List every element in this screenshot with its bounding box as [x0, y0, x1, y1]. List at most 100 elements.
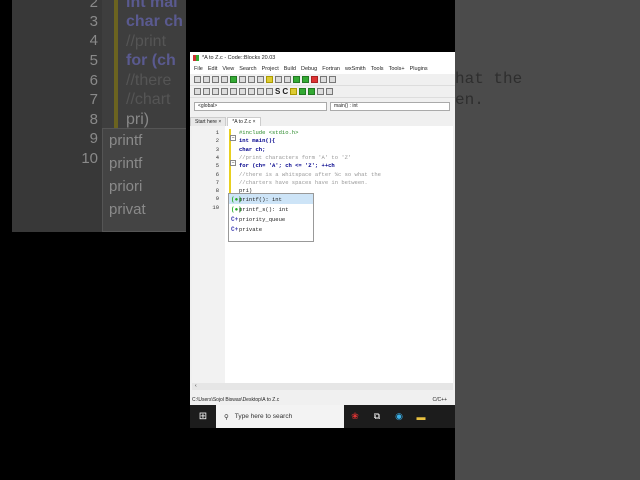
menu-debug[interactable]: Debug [301, 66, 317, 72]
line-number: 5 [215, 162, 219, 170]
scope-select[interactable]: <global> [194, 101, 327, 111]
item-label: priority_queue [239, 215, 286, 223]
stop-icon[interactable] [326, 88, 334, 95]
paste-icon[interactable] [266, 76, 273, 83]
line-number: 7 [89, 91, 98, 108]
search-placeholder: Type here to search [234, 413, 293, 420]
line-number: 7 [215, 178, 219, 186]
box-icon[interactable] [203, 88, 210, 95]
autocomplete-item[interactable]: (●) printf_s(): int [229, 204, 313, 214]
menu-search[interactable]: Search [239, 66, 256, 72]
keyword-icon: C+ [231, 225, 239, 233]
bookmark-next-icon[interactable] [329, 76, 336, 83]
layout-icon[interactable] [230, 88, 237, 95]
code-editor[interactable]: − − 1 #include <stdio.h> 2 int main(){3 char… [192, 126, 453, 383]
autocomplete-item[interactable]: C+ private [229, 224, 313, 234]
code-line: int mai [126, 0, 178, 11]
layout-icon[interactable] [248, 88, 255, 95]
windows-taskbar: ⊞ ⚲ Type here to search ❀ ⧉ ◉ ▬ [190, 405, 455, 428]
zoom-in-icon[interactable] [257, 88, 264, 95]
fold-icon[interactable]: − [230, 160, 236, 166]
line-number: 3 [89, 13, 98, 30]
menu-tools[interactable]: Tools [371, 66, 384, 72]
bookmark-prev-icon[interactable] [320, 76, 327, 83]
layout-icon[interactable] [239, 88, 246, 95]
menu-project[interactable]: Project [262, 66, 279, 72]
replace-icon[interactable] [284, 76, 291, 83]
popup-item: printf [109, 132, 143, 149]
zoom-out-icon[interactable] [266, 88, 273, 95]
popup-item: privat [109, 201, 146, 218]
open-icon[interactable] [203, 76, 210, 83]
build-icon[interactable] [290, 88, 298, 95]
fold-icon[interactable]: − [230, 135, 236, 141]
build-run-icon[interactable] [308, 88, 316, 95]
menu-fortran[interactable]: Fortran [322, 66, 340, 72]
bookmark-icon[interactable] [311, 76, 318, 83]
new-file-icon[interactable] [194, 76, 201, 83]
s-icon[interactable]: S [275, 87, 280, 96]
c-icon[interactable]: C [282, 87, 288, 96]
close-icon[interactable]: × [253, 119, 256, 125]
menu-bar: File Edit View Search Project Build Debu… [190, 64, 455, 74]
image-icon[interactable] [212, 88, 219, 95]
line-number: 9 [89, 130, 98, 147]
tab-start-here[interactable]: Start here × [190, 117, 227, 126]
zoomed-editor-right: hat the en. [455, 0, 640, 480]
copy-icon[interactable] [257, 76, 264, 83]
line-number: 3 [215, 145, 219, 153]
code-line: int main(){ [239, 137, 276, 145]
status-bar: C:\Users\Sojol Biswas\Desktop\A to Z.c C… [190, 395, 455, 405]
function-icon: (●) [231, 195, 242, 203]
function-icon: (●) [231, 205, 242, 213]
search-icon: ⚲ [224, 413, 229, 421]
save-all-icon[interactable] [221, 76, 228, 83]
tab-a-to-z[interactable]: *A to Z.c × [227, 117, 261, 126]
code-line: #include <stdio.h> [239, 129, 299, 136]
close-icon[interactable]: × [218, 119, 221, 125]
line-number: 8 [215, 187, 219, 195]
line-number: 5 [89, 52, 98, 69]
windows-start-icon[interactable]: ⊞ [190, 411, 216, 422]
autocomplete-item[interactable]: (●) printf(): int [229, 194, 313, 204]
autocomplete-item[interactable]: C+ priority_queue [229, 214, 313, 224]
code-fragment: en. [455, 91, 484, 109]
cut-icon[interactable] [248, 76, 255, 83]
back-icon[interactable] [293, 76, 300, 83]
code-line: //charters have spaces have in between. [239, 178, 368, 186]
find-icon[interactable] [275, 76, 282, 83]
taskbar-search[interactable]: ⚲ Type here to search [216, 405, 344, 428]
function-select[interactable]: main() : int [330, 101, 450, 111]
menu-edit[interactable]: Edit [208, 66, 217, 72]
menu-build[interactable]: Build [284, 66, 296, 72]
menu-tools-plus[interactable]: Tools+ [389, 66, 405, 72]
window-title: *A to Z.c - Code::Blocks 20.03 [202, 55, 276, 61]
item-label: private [239, 225, 263, 233]
app-icon [193, 55, 199, 61]
code-line: //there is a whitspace after %c so what … [239, 170, 381, 178]
file-explorer-icon[interactable]: ▬ [410, 412, 432, 422]
task-view-icon[interactable]: ⧉ [366, 411, 388, 422]
grid-icon[interactable] [221, 88, 228, 95]
save-icon[interactable] [212, 76, 219, 83]
line-number: 6 [215, 170, 219, 178]
code-line: for (ch= 'A'; ch <= 'Z'; ++ch [239, 162, 335, 170]
line-number: 8 [89, 111, 98, 128]
menu-view[interactable]: View [222, 66, 234, 72]
horizontal-scrollbar[interactable]: ‹ [192, 383, 453, 390]
item-label: printf(): int [239, 195, 282, 203]
redo-icon[interactable] [239, 76, 246, 83]
main-toolbar [190, 74, 455, 86]
pointer-icon[interactable] [194, 88, 201, 95]
run-icon[interactable] [299, 88, 307, 95]
undo-icon[interactable] [230, 76, 237, 83]
menu-wxsmith[interactable]: wxSmith [345, 66, 366, 72]
code-line: for (ch [126, 52, 176, 69]
menu-file[interactable]: File [194, 66, 203, 72]
edge-icon[interactable]: ◉ [388, 411, 410, 422]
menu-plugins[interactable]: Plugins [410, 66, 428, 72]
codeblocks-window: *A to Z.c - Code::Blocks 20.03 File Edit… [190, 52, 455, 405]
rebuild-icon[interactable] [317, 88, 325, 95]
forward-icon[interactable] [302, 76, 309, 83]
code-line: char ch [126, 13, 183, 30]
